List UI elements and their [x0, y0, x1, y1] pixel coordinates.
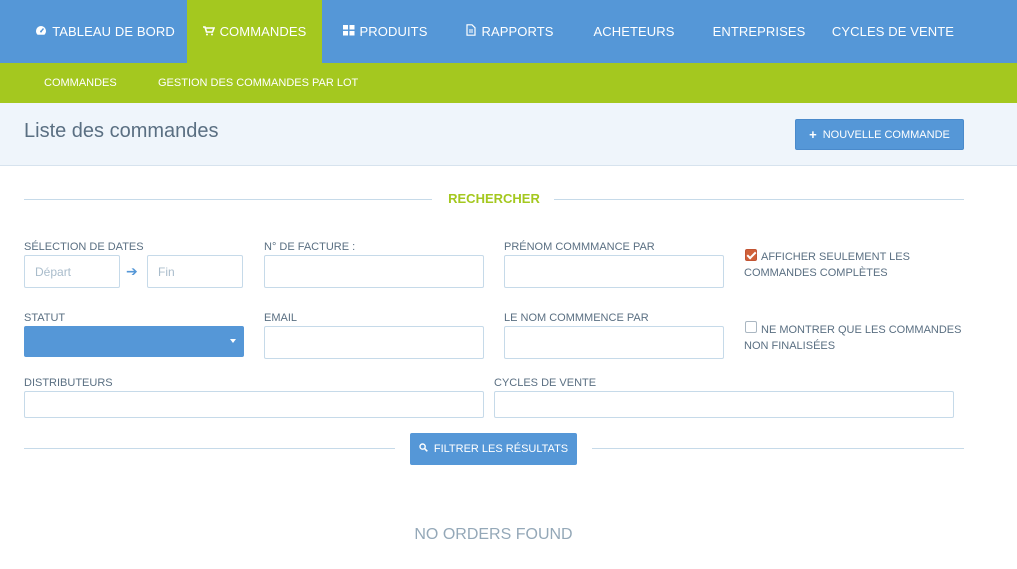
- nav-item-orders[interactable]: COMMANDES: [187, 0, 322, 63]
- plus-icon: +: [809, 127, 817, 142]
- new-order-button[interactable]: + NOUVELLE COMMANDE: [795, 119, 964, 150]
- status-select[interactable]: [24, 326, 244, 357]
- empty-results-message: NO ORDERS FOUND: [414, 526, 573, 543]
- subnav-item-orders[interactable]: COMMANDES: [44, 63, 117, 103]
- caret-down-icon: [230, 339, 236, 343]
- email-label: EMAIL: [264, 312, 298, 324]
- dashboard-icon: [35, 24, 47, 39]
- lastname-input[interactable]: [504, 326, 724, 359]
- complete-orders-line2: COMMANDES COMPLÈTES: [744, 267, 888, 279]
- nav-label: COMMANDES: [219, 24, 307, 39]
- start-date-input[interactable]: Départ: [24, 255, 120, 288]
- top-navigation: TABLEAU DE BORD COMMANDES PRODUITS RAPPO…: [0, 0, 1017, 63]
- cart-icon: [202, 24, 215, 39]
- nav-item-buyers[interactable]: ACHETEURS: [584, 0, 684, 63]
- divider: [24, 448, 395, 449]
- search-icon: [419, 443, 428, 455]
- sales-cycles-input[interactable]: [494, 391, 954, 418]
- divider: [24, 199, 432, 200]
- invoice-label: N° DE FACTURE :: [264, 241, 356, 253]
- end-date-input[interactable]: Fin: [147, 255, 243, 288]
- filter-results-label: FILTRER LES RÉSULTATS: [433, 443, 569, 455]
- unfinished-orders-line1: NE MONTRER QUE LES COMMANDES: [761, 324, 962, 336]
- distributors-input[interactable]: [24, 391, 484, 418]
- page-title: Liste des commandes: [24, 120, 219, 142]
- nav-label: PRODUITS: [359, 24, 428, 39]
- arrow-right-icon: ➔: [126, 263, 138, 279]
- nav-item-reports[interactable]: RAPPORTS: [455, 0, 565, 63]
- start-date-placeholder: Départ: [35, 265, 72, 279]
- nav-item-sales-cycles[interactable]: CYCLES DE VENTE: [828, 0, 958, 63]
- status-label: STATUT: [24, 312, 66, 324]
- sales-cycles-label: CYCLES DE VENTE: [494, 377, 597, 389]
- nav-label: CYCLES DE VENTE: [831, 24, 955, 39]
- new-order-label: NOUVELLE COMMANDE: [822, 128, 950, 141]
- nav-label: TABLEAU DE BORD: [52, 24, 175, 39]
- complete-orders-label: AFFICHER SEULEMENT LES COMMANDES COMPLÈT…: [744, 249, 910, 281]
- search-section-title: RECHERCHER: [448, 191, 540, 206]
- firstname-label: PRÉNOM COMMMANCE PAR: [504, 241, 655, 253]
- nav-label: ENTREPRISES: [712, 24, 806, 39]
- email-input[interactable]: [264, 326, 484, 359]
- nav-item-products[interactable]: PRODUITS: [330, 0, 440, 63]
- end-date-placeholder: Fin: [158, 265, 175, 279]
- unfinished-orders-label: NE MONTRER QUE LES COMMANDES NON FINALIS…: [744, 322, 961, 354]
- nav-item-dashboard[interactable]: TABLEAU DE BORD: [30, 0, 180, 63]
- lastname-label: LE NOM COMMMENCE PAR: [504, 312, 649, 324]
- filter-results-button[interactable]: FILTRER LES RÉSULTATS: [410, 433, 577, 465]
- nav-item-companies[interactable]: ENTREPRISES: [704, 0, 814, 63]
- firstname-input[interactable]: [504, 255, 724, 288]
- complete-orders-line1: AFFICHER SEULEMENT LES: [761, 251, 910, 263]
- distributors-label: DISTRIBUTEURS: [24, 377, 113, 389]
- dates-label: SÉLECTION DE DATES: [24, 241, 144, 253]
- invoice-number-input[interactable]: [264, 255, 484, 288]
- nav-label: RAPPORTS: [481, 24, 554, 39]
- divider: [554, 199, 964, 200]
- document-icon: [466, 24, 477, 39]
- divider: [592, 448, 964, 449]
- nav-label: ACHETEURS: [593, 24, 675, 39]
- unfinished-orders-line2: NON FINALISÉES: [744, 340, 836, 352]
- subnav-item-batch-orders[interactable]: GESTION DES COMMANDES PAR LOT: [158, 63, 358, 103]
- grid-icon: [342, 24, 355, 39]
- sub-navigation: COMMANDES GESTION DES COMMANDES PAR LOT: [0, 63, 1017, 103]
